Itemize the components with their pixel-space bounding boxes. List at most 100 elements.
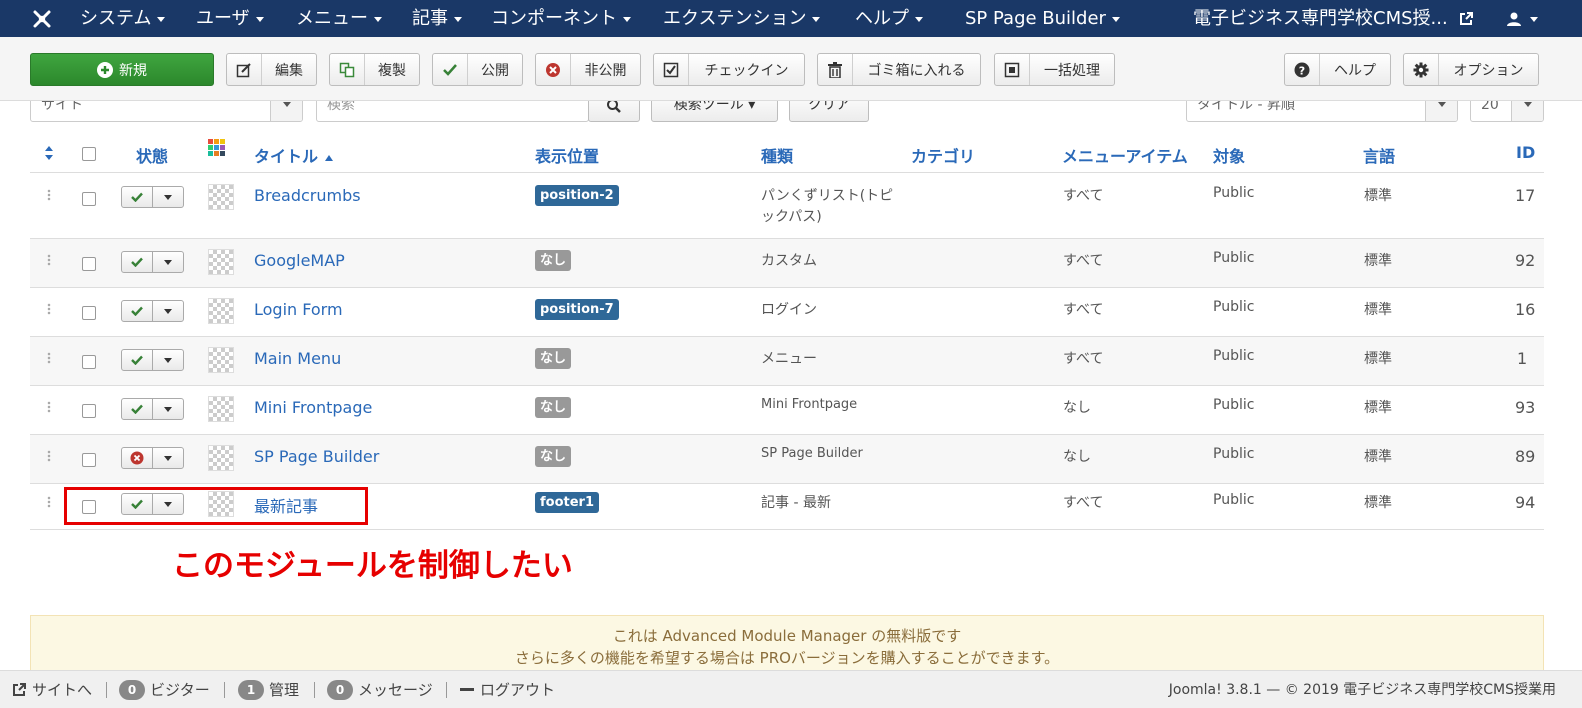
- published-check-icon[interactable]: [122, 187, 153, 207]
- site-name-label: 電子ビジネス専門学校CMS授...: [1193, 8, 1448, 29]
- header-menu-item[interactable]: メニューアイテム: [1062, 143, 1188, 167]
- trash-button[interactable]: ゴミ箱に入れる: [817, 53, 981, 86]
- user-icon: [1507, 12, 1521, 26]
- new-button[interactable]: 新規: [30, 53, 214, 86]
- nav-menu-users[interactable]: ユーザ: [196, 0, 264, 37]
- user-menu[interactable]: [1506, 0, 1538, 37]
- view-site-link[interactable]: サイトへ: [12, 679, 92, 700]
- external-link-icon: [13, 682, 26, 696]
- nav-menu-label: ユーザ: [196, 8, 250, 29]
- messages-status[interactable]: 0 メッセージ: [327, 679, 433, 700]
- row-checkbox[interactable]: [82, 453, 96, 467]
- publish-button[interactable]: 公開: [432, 53, 523, 86]
- logout-link[interactable]: ログアウト: [460, 679, 555, 700]
- status-dropdown-icon[interactable]: [153, 350, 183, 370]
- nav-menu-components[interactable]: コンポーネント: [491, 0, 631, 37]
- module-title-link[interactable]: Login Form: [254, 300, 343, 319]
- language: 標準: [1364, 253, 1392, 269]
- published-check-icon[interactable]: [122, 399, 153, 419]
- header-access[interactable]: 対象: [1213, 143, 1245, 167]
- position-badge: なし: [535, 348, 572, 369]
- help-button[interactable]: ? ヘルプ: [1284, 53, 1391, 86]
- status-dropdown-icon[interactable]: [153, 399, 183, 419]
- header-position[interactable]: 表示位置: [535, 143, 599, 167]
- options-button[interactable]: オプション: [1403, 53, 1539, 86]
- row-checkbox[interactable]: [82, 257, 96, 271]
- drag-handle-icon[interactable]: [47, 496, 51, 508]
- sort-order-icon[interactable]: [44, 145, 54, 161]
- nav-menu-content[interactable]: 記事: [412, 0, 462, 37]
- row-checkbox[interactable]: [82, 355, 96, 369]
- access-level: Public: [1213, 492, 1255, 508]
- sort-asc-icon: [324, 154, 333, 161]
- nav-menu-label: コンポーネント: [491, 8, 617, 29]
- status-toggle[interactable]: [121, 349, 184, 371]
- drag-handle-icon[interactable]: [47, 401, 51, 413]
- drag-handle-icon[interactable]: [47, 189, 51, 201]
- module-title-link[interactable]: SP Page Builder: [254, 447, 379, 466]
- module-title-link[interactable]: GoogleMAP: [254, 251, 345, 270]
- module-title-link[interactable]: Breadcrumbs: [254, 186, 361, 205]
- checkin-button[interactable]: チェックイン: [653, 53, 805, 86]
- header-status[interactable]: 状態: [136, 143, 168, 167]
- status-toggle[interactable]: [121, 186, 184, 208]
- site-name-link[interactable]: 電子ビジネス専門学校CMS授...: [1193, 0, 1474, 37]
- position-badge: position-2: [535, 185, 619, 206]
- nav-menu-help[interactable]: ヘルプ: [855, 0, 923, 37]
- status-dropdown-icon[interactable]: [153, 187, 183, 207]
- header-language[interactable]: 言語: [1363, 143, 1395, 167]
- published-check-icon[interactable]: [122, 350, 153, 370]
- module-type: カスタム: [761, 253, 817, 269]
- edit-button[interactable]: 編集: [226, 53, 317, 86]
- row-checkbox[interactable]: [82, 306, 96, 320]
- row-checkbox[interactable]: [82, 192, 96, 206]
- nav-menu-menus[interactable]: メニュー: [296, 0, 382, 37]
- copy-label: 複製: [378, 62, 406, 79]
- status-dropdown-icon[interactable]: [153, 301, 183, 321]
- nav-menu-extensions[interactable]: エクステンション: [663, 0, 821, 37]
- language: 標準: [1364, 302, 1392, 318]
- drag-handle-icon[interactable]: [47, 352, 51, 364]
- published-check-icon[interactable]: [122, 301, 153, 321]
- notice-line-1: これは Advanced Module Manager の無料版です: [612, 627, 962, 645]
- drag-handle-icon[interactable]: [47, 303, 51, 315]
- transparent-color-swatch: [208, 184, 234, 210]
- status-toggle[interactable]: [121, 398, 184, 420]
- module-id: 93: [1515, 398, 1536, 417]
- header-id[interactable]: ID: [1516, 143, 1535, 162]
- copy-button[interactable]: 複製: [329, 53, 420, 86]
- status-toggle[interactable]: [121, 447, 184, 469]
- module-id: 17: [1515, 186, 1536, 205]
- access-level: Public: [1213, 397, 1255, 413]
- nav-menu-sp-page-builder[interactable]: SP Page Builder: [965, 0, 1120, 37]
- status-toggle[interactable]: [121, 251, 184, 273]
- joomla-logo-icon[interactable]: [30, 7, 54, 31]
- select-all-checkbox[interactable]: [82, 147, 96, 161]
- module-title-link[interactable]: Main Menu: [254, 349, 341, 368]
- status-toggle[interactable]: [121, 300, 184, 322]
- visitors-count-badge: 0: [119, 679, 145, 700]
- nav-menu-system[interactable]: システム: [80, 0, 166, 37]
- row-checkbox[interactable]: [82, 404, 96, 418]
- header-category[interactable]: カテゴリ: [911, 143, 975, 167]
- notice-line-2: さらに多くの機能を希望する場合は PROバージョンを購入することができます。: [514, 649, 1060, 667]
- unpublish-button[interactable]: 非公開: [535, 53, 641, 86]
- batch-button[interactable]: 一括処理: [994, 53, 1115, 86]
- unpublished-icon[interactable]: [122, 448, 153, 468]
- visitors-status[interactable]: 0 ビジター: [119, 679, 210, 700]
- header-type[interactable]: 種類: [761, 143, 793, 167]
- published-check-icon[interactable]: [122, 252, 153, 272]
- status-dropdown-icon[interactable]: [153, 252, 183, 272]
- trash-icon: [818, 54, 853, 85]
- module-title-link[interactable]: Mini Frontpage: [254, 398, 372, 417]
- drag-handle-icon[interactable]: [47, 254, 51, 266]
- module-id: 16: [1515, 300, 1536, 319]
- module-type: Mini Frontpage: [761, 397, 858, 412]
- header-title[interactable]: タイトル: [254, 143, 334, 167]
- access-level: Public: [1213, 185, 1255, 201]
- admins-status[interactable]: 1 管理: [238, 679, 299, 700]
- caret-down-icon: [623, 16, 631, 22]
- drag-handle-icon[interactable]: [47, 450, 51, 462]
- status-dropdown-icon[interactable]: [153, 448, 183, 468]
- position-badge: footer1: [535, 492, 600, 513]
